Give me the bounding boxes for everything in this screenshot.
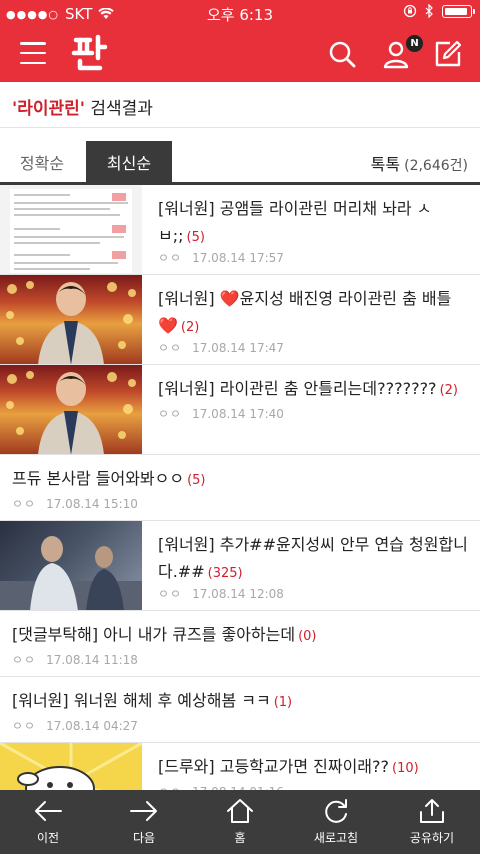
comment-count: (1) bbox=[273, 695, 293, 710]
post-title[interactable]: [워너원] 라이관린 춤 안틀리는데??????? (2) bbox=[158, 375, 468, 404]
list-item[interactable]: [댓글부탁해] 아니 내가 큐즈를 좋아하는데 (0) ㅇㅇ 17.08.14 11… bbox=[0, 611, 480, 677]
post-thumbnail bbox=[0, 185, 142, 274]
post-author: ㅇㅇ bbox=[12, 719, 37, 733]
post-meta: ㅇㅇ 17.08.14 15:10 bbox=[12, 495, 138, 512]
post-date: 17.08.14 04:27 bbox=[46, 719, 138, 733]
post-meta: ㅇㅇ 17.08.14 04:27 bbox=[12, 717, 138, 734]
post-title[interactable]: [드루와] 고등학교가면 진짜이래?? (10) bbox=[158, 753, 468, 782]
post-author: ㅇㅇ bbox=[158, 587, 183, 601]
nav-back-button[interactable]: 이전 bbox=[0, 790, 96, 854]
post-meta: ㅇㅇ 17.08.14 17:40 bbox=[158, 405, 284, 422]
nav-home-label: 홈 bbox=[234, 831, 246, 845]
list-item[interactable]: 프듀 본사람 들어와봐ㅇㅇ (5) ㅇㅇ 17.08.14 15:10 bbox=[0, 455, 480, 521]
post-title-text: [워너원] ❤️윤지성 배진영 라이관린 춤 배틀 bbox=[158, 289, 452, 308]
nav-share-button[interactable]: 공유하기 bbox=[384, 790, 480, 854]
post-title-text: 프듀 본사람 들어와봐ㅇㅇ bbox=[12, 469, 185, 488]
nav-forward-label: 다음 bbox=[132, 831, 156, 845]
refresh-icon bbox=[325, 799, 347, 823]
post-date: 17.08.14 15:10 bbox=[46, 497, 138, 511]
menu-icon[interactable] bbox=[20, 42, 46, 64]
comment-count: (10) bbox=[392, 761, 419, 776]
post-date: 17.08.14 17:40 bbox=[192, 407, 284, 421]
post-author: ㅇㅇ bbox=[158, 251, 183, 265]
write-icon[interactable] bbox=[432, 38, 464, 70]
nav-home-button[interactable]: 홈 bbox=[192, 790, 288, 854]
search-result-header: '라이관린' 검색결과 bbox=[0, 82, 480, 128]
post-date: 17.08.14 11:18 bbox=[46, 653, 138, 667]
search-result-suffix: 검색결과 bbox=[84, 99, 153, 119]
post-title[interactable]: [워너원] 추가##윤지성씨 안무 연습 청원합니다.## (325) bbox=[158, 531, 474, 587]
post-title-text: [워너원] 라이관린 춤 안틀리는데??????? bbox=[158, 379, 437, 398]
post-date: 17.08.14 17:47 bbox=[192, 341, 284, 355]
home-icon bbox=[227, 799, 253, 823]
post-thumbnail bbox=[0, 365, 142, 454]
tab-accuracy[interactable]: 정확순 bbox=[12, 141, 72, 182]
tab-latest[interactable]: 최신순 bbox=[86, 141, 172, 182]
post-date: 17.08.14 12:08 bbox=[192, 587, 284, 601]
list-item[interactable]: [워너원] 워너원 해체 후 예상해봄 ㅋㅋ (1) ㅇㅇ 17.08.14 04:… bbox=[0, 677, 480, 743]
top-bar: N bbox=[0, 26, 480, 82]
post-author: ㅇㅇ bbox=[158, 407, 183, 421]
list-item[interactable]: [워너원] 추가##윤지성씨 안무 연습 청원합니다.## (325) ㅇㅇ 17.… bbox=[0, 521, 480, 611]
post-meta: ㅇㅇ 17.08.14 12:08 bbox=[158, 585, 284, 602]
pann-logo[interactable] bbox=[70, 34, 110, 72]
post-meta: ㅇㅇ 17.08.14 17:57 bbox=[158, 249, 284, 266]
post-thumbnail bbox=[0, 521, 142, 610]
post-title[interactable]: [워너원] 공앰들 라이관린 머리채 놔라 ㅅㅂ;; (5) bbox=[158, 195, 468, 251]
nav-forward-button[interactable]: 다음 bbox=[96, 790, 192, 854]
comment-count: (0) bbox=[298, 629, 317, 644]
nav-refresh-button[interactable]: 새로고침 bbox=[288, 790, 384, 854]
post-title-text: [워너원] 공앰들 라이관린 머리채 놔라 ㅅ bbox=[158, 199, 432, 218]
list-item[interactable]: [워너원] 공앰들 라이관린 머리채 놔라 ㅅㅂ;; (5) ㅇㅇ 17.08.14… bbox=[0, 185, 480, 275]
list-item[interactable]: [워너원] ❤️윤지성 배진영 라이관린 춤 배틀 ❤️ (2) ㅇㅇ 17.08.1… bbox=[0, 275, 480, 365]
search-result-title: '라이관린' 검색결과 bbox=[12, 94, 153, 119]
list-item[interactable]: [워너원] 라이관린 춤 안틀리는데??????? (2) ㅇㅇ 17.08.14 … bbox=[0, 365, 480, 455]
sort-tabs: 정확순 최신순 톡톡 (2,646건) bbox=[0, 141, 480, 185]
post-thumbnail bbox=[0, 275, 142, 364]
post-title-text: 다.## bbox=[158, 562, 205, 581]
bottom-nav: 이전 다음 홈 새로고침 공유하기 bbox=[0, 790, 480, 854]
arrow-right-icon bbox=[130, 801, 157, 821]
comment-count: (5) bbox=[186, 230, 205, 245]
comment-count: (2) bbox=[439, 383, 458, 398]
notification-badge: N bbox=[406, 35, 423, 52]
nav-share-label: 공유하기 bbox=[409, 831, 455, 845]
comment-count: (325) bbox=[207, 566, 243, 581]
post-title[interactable]: [워너원] ❤️윤지성 배진영 라이관린 춤 배틀 ❤️ (2) bbox=[158, 285, 468, 341]
nav-refresh-label: 새로고침 bbox=[313, 831, 359, 845]
search-icon[interactable] bbox=[326, 38, 358, 70]
post-title[interactable]: [워너원] 워너원 해체 후 예상해봄 ㅋㅋ (1) bbox=[12, 687, 468, 716]
post-title-text: ❤️ bbox=[158, 316, 178, 335]
post-author: ㅇㅇ bbox=[158, 341, 183, 355]
totok-label: 톡톡 (2,646건) bbox=[371, 151, 468, 175]
post-title[interactable]: 프듀 본사람 들어와봐ㅇㅇ (5) bbox=[12, 465, 468, 494]
totok-title: 톡톡 bbox=[370, 155, 401, 174]
post-date: 17.08.14 17:57 bbox=[192, 251, 284, 265]
share-icon bbox=[420, 799, 444, 823]
search-keyword: '라이관린' bbox=[12, 99, 85, 119]
post-meta: ㅇㅇ 17.08.14 11:18 bbox=[12, 651, 138, 668]
comment-count: (2) bbox=[180, 320, 200, 335]
post-title-text: [워너원] 추가##윤지성씨 안무 연습 청원합니 bbox=[158, 535, 468, 554]
post-meta: ㅇㅇ 17.08.14 17:47 bbox=[158, 339, 284, 356]
arrow-left-icon bbox=[35, 801, 62, 821]
status-bar: ●●●●○ SKT 오후 6:13 bbox=[0, 0, 480, 26]
post-title-text: [워너원] 워너원 해체 후 예상해봄 ㅋㅋ bbox=[12, 691, 271, 710]
totok-count: (2,646건) bbox=[404, 158, 468, 174]
battery-icon bbox=[442, 4, 475, 18]
post-title-text: [댓글부탁해] 아니 내가 큐즈를 좋아하는데 bbox=[12, 625, 296, 644]
post-title-text: [드루와] 고등학교가면 진짜이래?? bbox=[158, 757, 390, 776]
post-author: ㅇㅇ bbox=[12, 653, 37, 667]
post-title-text: ㅂ;; bbox=[158, 226, 184, 245]
lock-rotation-icon bbox=[403, 4, 417, 18]
post-author: ㅇㅇ bbox=[12, 497, 37, 511]
comment-count: (5) bbox=[187, 473, 206, 488]
post-title[interactable]: [댓글부탁해] 아니 내가 큐즈를 좋아하는데 (0) bbox=[12, 621, 468, 650]
nav-back-label: 이전 bbox=[36, 831, 60, 845]
bluetooth-icon bbox=[425, 4, 433, 18]
